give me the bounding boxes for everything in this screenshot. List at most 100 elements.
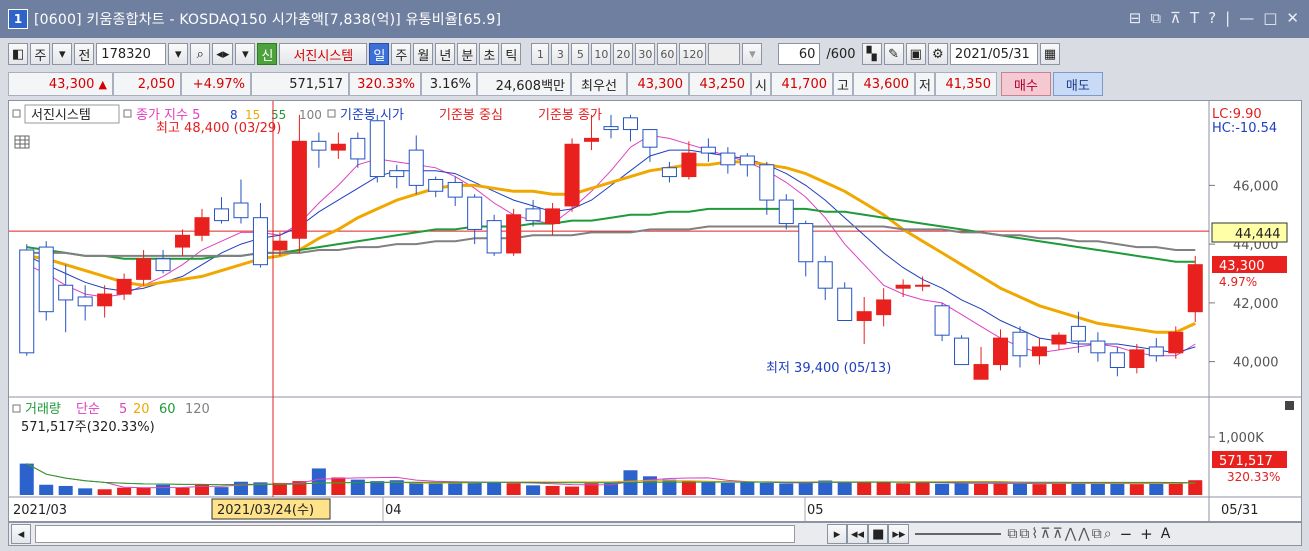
table-icon[interactable] [14, 135, 30, 149]
code-input[interactable]: 178320 [96, 43, 167, 65]
chart-svg[interactable]: 서진시스템 종가 지수 5 8 15 55 100 기준봉 시가 기준봉 중심 … [9, 101, 1301, 521]
calendar-icon[interactable]: ▦ [1039, 43, 1061, 65]
volume-bar[interactable] [1110, 483, 1125, 495]
scroll-track[interactable] [35, 525, 795, 543]
candle-body[interactable] [389, 170, 405, 178]
volume-bar[interactable] [1090, 483, 1105, 495]
candle-body[interactable] [369, 120, 385, 178]
interval-10[interactable]: 10 [591, 43, 612, 65]
volume-bar[interactable] [1051, 483, 1066, 495]
candle-body[interactable] [97, 293, 113, 307]
volume-bar[interactable] [311, 468, 326, 495]
pane-close-icon[interactable] [1285, 401, 1294, 410]
help-icon[interactable]: ? [1208, 9, 1216, 27]
volume-bar[interactable] [526, 485, 541, 495]
interval-120[interactable]: 120 [679, 43, 707, 65]
custom-interval-input[interactable] [708, 43, 741, 65]
period-tick[interactable]: 틱 [501, 43, 522, 65]
code-menu-icon[interactable]: ▾ [235, 43, 256, 65]
volume-bar[interactable] [117, 487, 132, 495]
candle-body[interactable] [116, 278, 132, 295]
window-index[interactable]: 1 [8, 9, 28, 29]
candle-body[interactable] [291, 140, 307, 239]
volume-bar[interactable] [1032, 484, 1047, 495]
search-icon[interactable]: ⌕ [190, 43, 211, 65]
volume-bar[interactable] [506, 483, 521, 495]
candle-body[interactable] [895, 284, 911, 289]
candle-body[interactable] [564, 143, 580, 207]
candle-body[interactable] [973, 364, 989, 380]
volume-bar[interactable] [409, 482, 424, 495]
volume-bar[interactable] [487, 482, 502, 495]
sell-button[interactable]: 매도 [1052, 72, 1103, 96]
interval-1[interactable]: 1 [531, 43, 550, 65]
buy-button[interactable]: 매수 [1001, 72, 1051, 96]
play-icon[interactable]: ▸ [827, 524, 847, 544]
candle-body[interactable] [1012, 331, 1028, 357]
candle-body[interactable] [233, 202, 249, 219]
volume-bar[interactable] [214, 487, 229, 495]
volume-bar[interactable] [97, 489, 112, 495]
candle-body[interactable] [934, 305, 950, 336]
volume-bar[interactable] [701, 482, 716, 495]
market-dropdown-icon[interactable]: ▾ [52, 43, 73, 65]
close-icon[interactable]: ✕ [1286, 9, 1299, 27]
candle-body[interactable] [1187, 264, 1203, 313]
volume-bar[interactable] [39, 484, 54, 495]
candle-body[interactable] [1129, 349, 1145, 368]
market-select[interactable]: 주 [30, 43, 51, 65]
interval-30[interactable]: 30 [635, 43, 656, 65]
candle-body[interactable] [603, 126, 619, 131]
volume-bar[interactable] [993, 482, 1008, 495]
zoom-out-icon[interactable]: − [1120, 525, 1133, 543]
candle-body[interactable] [38, 246, 54, 313]
candle-body[interactable] [311, 140, 327, 151]
candle-body[interactable] [252, 217, 268, 266]
volume-bar[interactable] [58, 485, 73, 495]
volume-bar[interactable] [565, 486, 580, 495]
volume-bar[interactable] [1012, 483, 1027, 495]
candle-body[interactable] [428, 179, 444, 192]
scroll-left-icon[interactable]: ◂ [11, 524, 31, 544]
candle-body[interactable] [77, 296, 93, 307]
candle-body[interactable] [350, 137, 366, 160]
candle-body[interactable] [798, 223, 814, 263]
volume-bar[interactable] [759, 482, 774, 495]
candle-body[interactable] [856, 311, 872, 321]
volume-bar[interactable] [272, 482, 287, 495]
candle-body[interactable] [876, 299, 892, 316]
volume-bar[interactable] [350, 479, 365, 495]
candle-body[interactable] [681, 152, 697, 178]
stop-icon[interactable]: ■ [868, 524, 889, 544]
candle-body[interactable] [272, 240, 288, 251]
candle-body[interactable] [759, 164, 775, 201]
candle-body[interactable] [954, 337, 970, 366]
sound-icon[interactable]: ◂▸ [212, 43, 234, 65]
candle-body[interactable] [622, 117, 638, 131]
tile-icon[interactable]: ⊟ [1129, 9, 1142, 27]
candle-body[interactable] [330, 143, 346, 151]
legend-checkbox[interactable] [12, 109, 21, 118]
candle-body[interactable] [992, 337, 1009, 366]
pin-icon[interactable]: ⊼ [1170, 9, 1181, 27]
volume-bar[interactable] [896, 483, 911, 495]
draw-icon[interactable]: ✎ [883, 43, 904, 65]
volume-bar[interactable] [1129, 484, 1144, 495]
save-icon[interactable]: ▣ [905, 43, 926, 65]
candle-body[interactable] [661, 167, 677, 178]
volume-bar[interactable] [428, 483, 443, 495]
date-input[interactable]: 2021/05/31 [949, 43, 1038, 65]
volume-bar[interactable] [837, 482, 852, 495]
volume-bar[interactable] [1071, 482, 1086, 495]
volume-bar[interactable] [681, 481, 696, 495]
cascade-icon[interactable]: ⧉ [1150, 9, 1161, 27]
volume-bar[interactable] [233, 481, 248, 495]
interval-60[interactable]: 60 [657, 43, 678, 65]
interval-20[interactable]: 20 [613, 43, 634, 65]
legend-ma-checkbox[interactable] [123, 109, 132, 118]
volume-bar[interactable] [78, 488, 93, 495]
candle-body[interactable] [447, 181, 463, 198]
volume-bar[interactable] [448, 482, 463, 495]
interval-dropdown-icon[interactable]: ▾ [742, 43, 763, 65]
legend-name[interactable]: 서진시스템 [31, 108, 91, 123]
